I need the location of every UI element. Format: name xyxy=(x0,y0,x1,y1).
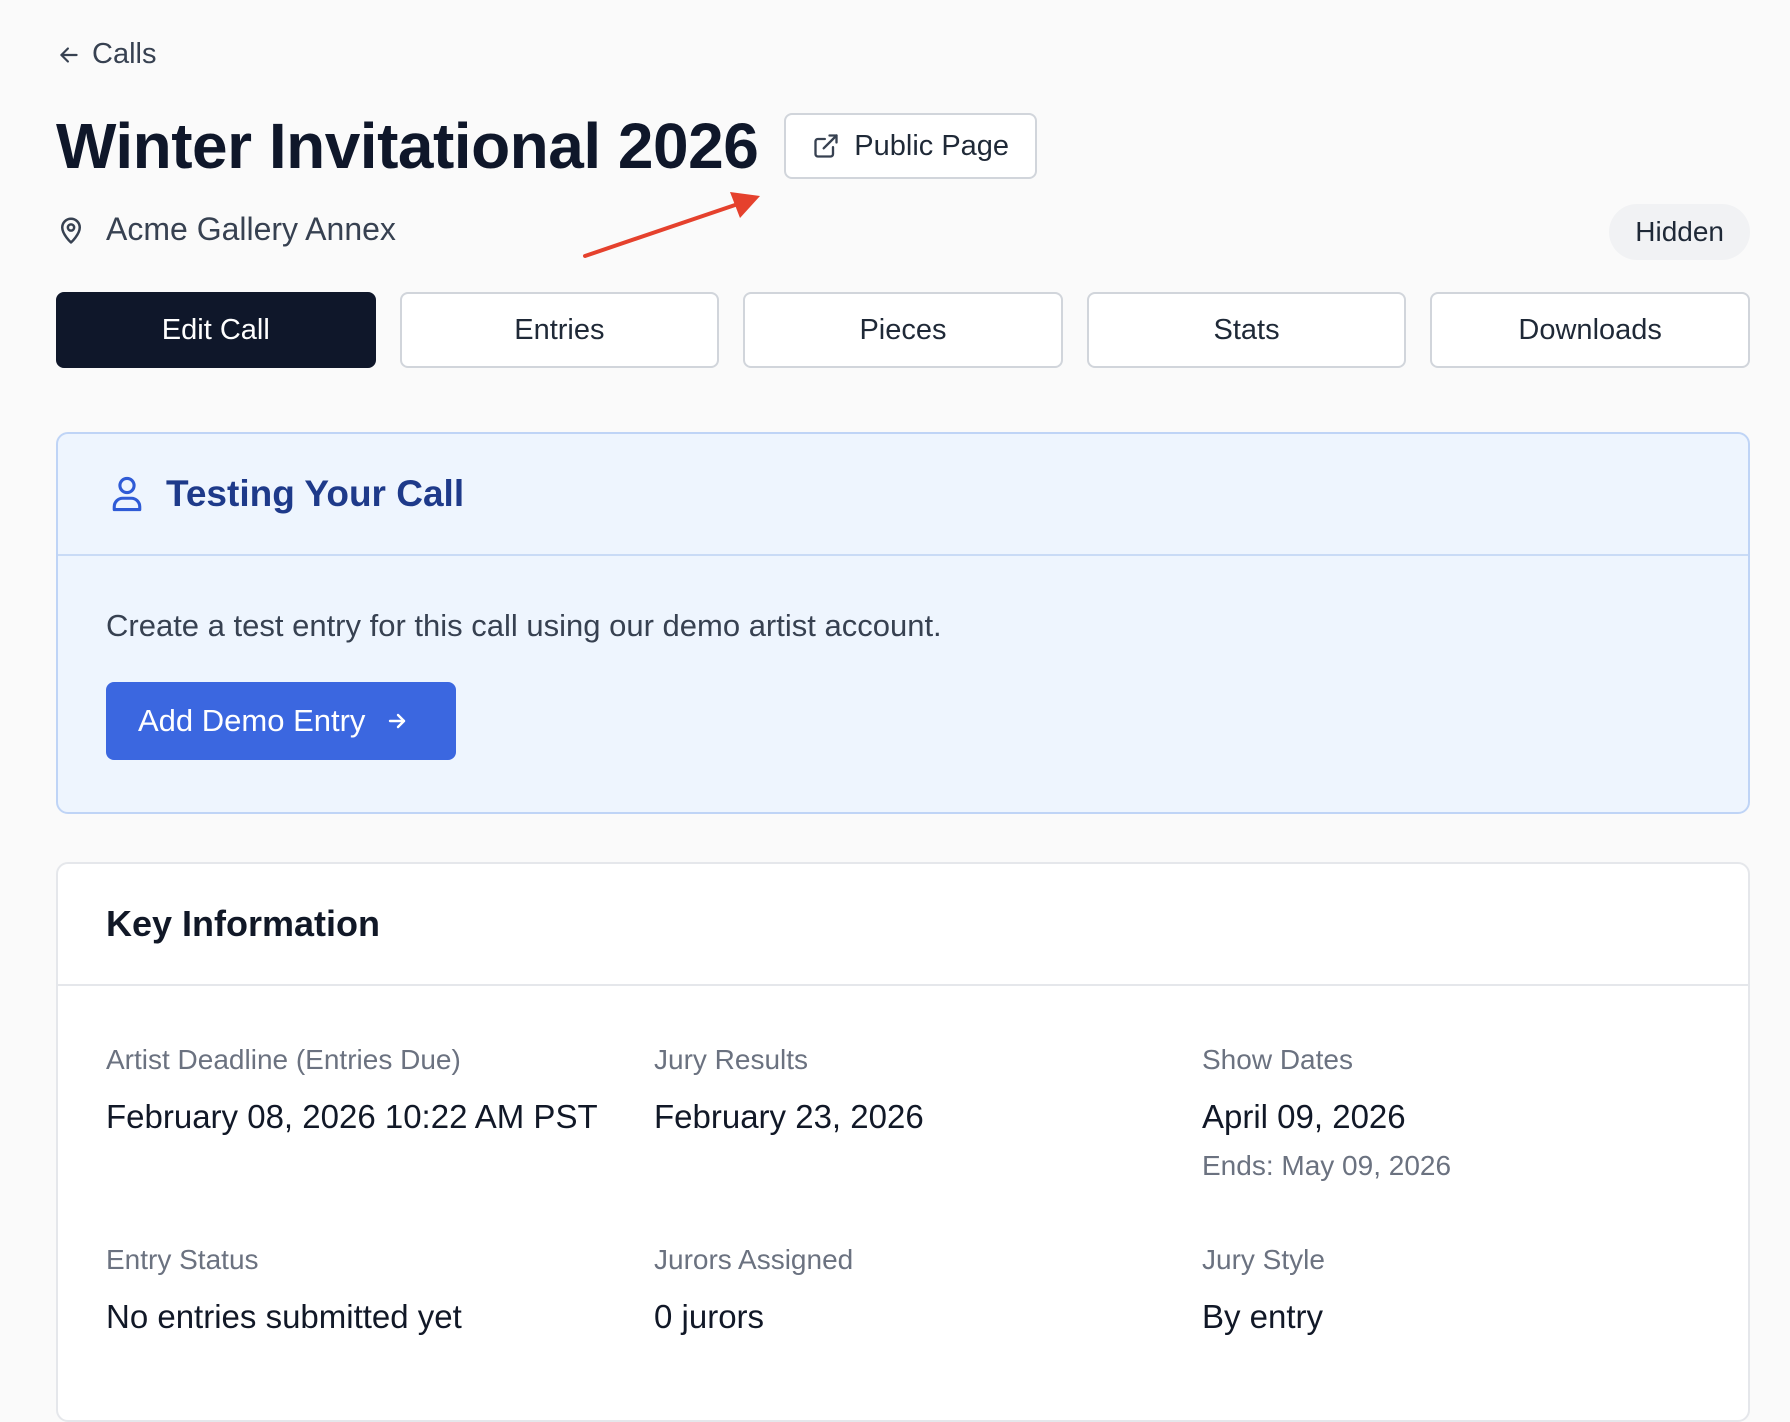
testing-card: Testing Your Call Create a test entry fo… xyxy=(56,432,1750,814)
key-information-card: Key Information Artist Deadline (Entries… xyxy=(56,862,1750,1422)
annotation-arrow-shaft xyxy=(583,202,740,258)
info-label: Artist Deadline (Entries Due) xyxy=(106,1044,461,1075)
map-pin-icon xyxy=(61,217,81,244)
key-information-header: Key Information xyxy=(58,864,1748,986)
info-item-artist-deadline: Artist Deadline (Entries Due) February 0… xyxy=(106,1044,598,1136)
location: Acme Gallery Annex xyxy=(56,211,396,248)
testing-card-title: Testing Your Call xyxy=(166,473,465,514)
info-label: Jury Results xyxy=(654,1044,809,1075)
info-label: Show Dates xyxy=(1202,1044,1353,1075)
arrow-right-icon xyxy=(389,713,406,729)
info-item-jurors-assigned: Jurors Assigned 0 jurors xyxy=(654,1244,853,1336)
status-badge: Hidden xyxy=(1609,204,1750,260)
public-page-label: Public Page xyxy=(854,129,1010,162)
tab-pieces[interactable]: Pieces xyxy=(743,292,1063,368)
annotation-arrow-head xyxy=(730,192,760,218)
testing-card-header: Testing Your Call xyxy=(58,434,1748,556)
info-subvalue: Ends: May 09, 2026 xyxy=(1202,1150,1452,1181)
back-link-label: Calls xyxy=(92,38,157,70)
info-label: Entry Status xyxy=(106,1244,259,1275)
user-icon xyxy=(112,476,142,512)
tab-edit-call[interactable]: Edit Call xyxy=(56,292,376,368)
info-item-show-dates: Show Dates April 09, 2026 Ends: May 09, … xyxy=(1202,1044,1451,1182)
external-link-icon xyxy=(814,134,838,158)
public-page-button[interactable]: Public Page xyxy=(784,113,1038,179)
info-item-jury-results: Jury Results February 23, 2026 xyxy=(654,1044,924,1136)
info-value: By entry xyxy=(1202,1298,1324,1335)
info-label: Jurors Assigned xyxy=(654,1244,854,1275)
tab-downloads[interactable]: Downloads xyxy=(1430,292,1750,368)
info-value: February 08, 2026 10:22 AM PST xyxy=(106,1098,598,1135)
info-value: April 09, 2026 xyxy=(1202,1098,1406,1135)
location-label: Acme Gallery Annex xyxy=(106,211,396,247)
add-demo-entry-label: Add Demo Entry xyxy=(138,703,366,738)
tab-entries[interactable]: Entries xyxy=(399,292,720,368)
info-item-jury-style: Jury Style By entry xyxy=(1202,1244,1325,1336)
info-value: No entries submitted yet xyxy=(106,1298,462,1335)
add-demo-entry-button[interactable]: Add Demo Entry xyxy=(106,682,456,760)
info-label: Jury Style xyxy=(1202,1244,1325,1275)
tab-stats[interactable]: Stats xyxy=(1086,292,1407,368)
testing-card-description: Create a test entry for this call using … xyxy=(106,608,942,643)
arrow-left-icon xyxy=(60,46,78,63)
key-information-title: Key Information xyxy=(106,903,381,944)
back-link[interactable]: Calls xyxy=(56,38,156,71)
info-value: February 23, 2026 xyxy=(654,1098,924,1135)
info-item-entry-status: Entry Status No entries submitted yet xyxy=(106,1244,462,1336)
page-title: Winter Invitational 2026 xyxy=(56,110,759,182)
info-value: 0 jurors xyxy=(654,1298,765,1335)
tab-bar: Edit Call Entries Pieces Stats Downloads xyxy=(56,292,1750,368)
